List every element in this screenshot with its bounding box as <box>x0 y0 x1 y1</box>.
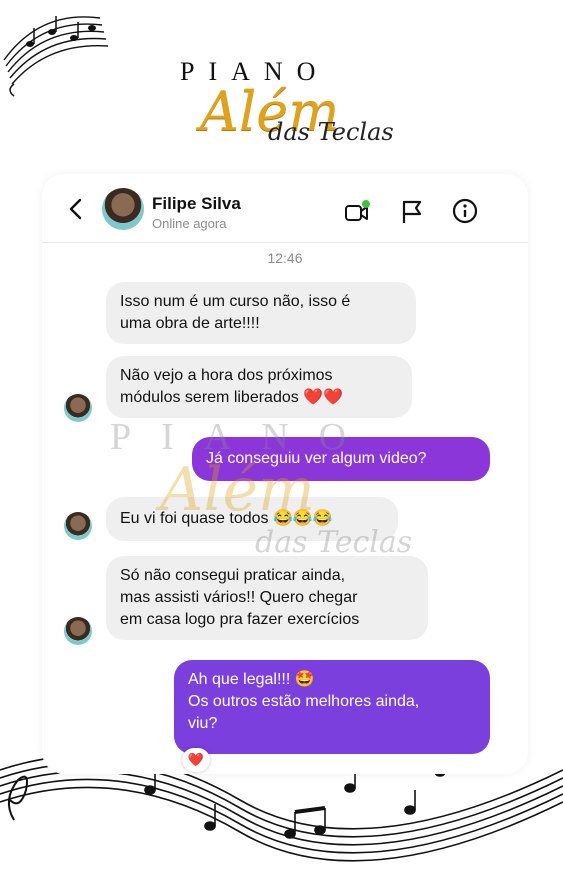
message-line: Só não consegui praticar ainda, <box>120 567 346 584</box>
incoming-message[interactable]: Só não consegui praticar ainda, mas assi… <box>106 556 428 640</box>
brand-logo: PIANO Além das Teclas <box>150 52 400 162</box>
message-line: Não vejo a hora dos próximos <box>120 367 333 384</box>
info-icon[interactable] <box>452 198 478 224</box>
heart-reaction[interactable]: ❤️ <box>182 748 210 772</box>
message-line: uma obra de arte!!!! <box>120 315 260 332</box>
chat-window: Filipe Silva Online agora 12:46 Isso num… <box>42 174 528 774</box>
flag-icon[interactable] <box>400 199 424 225</box>
message-line: Ah que legal!!! 🤩 <box>188 671 315 688</box>
message-line: Os outros estão melhores ainda, <box>188 693 420 710</box>
message-timestamp: 12:46 <box>267 250 303 266</box>
message-line: Já conseguiu ver algum video? <box>206 450 427 467</box>
message-line: mas assisti vários!! Quero chegar <box>120 589 358 606</box>
message-line: viu? <box>188 715 218 732</box>
back-arrow-icon[interactable] <box>66 198 86 220</box>
contact-status: Online agora <box>152 216 227 231</box>
incoming-message[interactable]: Eu vi foi quase todos 😂😂😂 <box>106 497 398 541</box>
message-line: módulos serem liberados ❤️❤️ <box>120 389 344 406</box>
music-staff-top-left-decoration <box>3 16 109 97</box>
contact-small-avatar <box>64 617 92 645</box>
video-call-icon[interactable] <box>344 200 370 224</box>
message-line: em casa logo pra fazer exercícios <box>120 611 360 628</box>
contact-small-avatar <box>64 512 92 540</box>
contact-avatar[interactable] <box>102 188 144 230</box>
message-line: Isso num é um curso não, isso é <box>120 293 351 310</box>
incoming-message[interactable]: Isso num é um curso não, isso é uma obra… <box>106 282 416 344</box>
contact-name[interactable]: Filipe Silva <box>152 194 241 214</box>
chat-header: Filipe Silva Online agora <box>42 174 528 243</box>
outgoing-message[interactable]: Ah que legal!!! 🤩 Os outros estão melhor… <box>174 660 490 754</box>
outgoing-message[interactable]: Já conseguiu ver algum video? <box>192 437 490 481</box>
brand-teclas-text: das Teclas <box>268 118 394 146</box>
contact-small-avatar <box>64 394 92 422</box>
message-line: Eu vi foi quase todos 😂😂😂 <box>120 510 333 527</box>
incoming-message[interactable]: Não vejo a hora dos próximos módulos ser… <box>106 356 412 418</box>
